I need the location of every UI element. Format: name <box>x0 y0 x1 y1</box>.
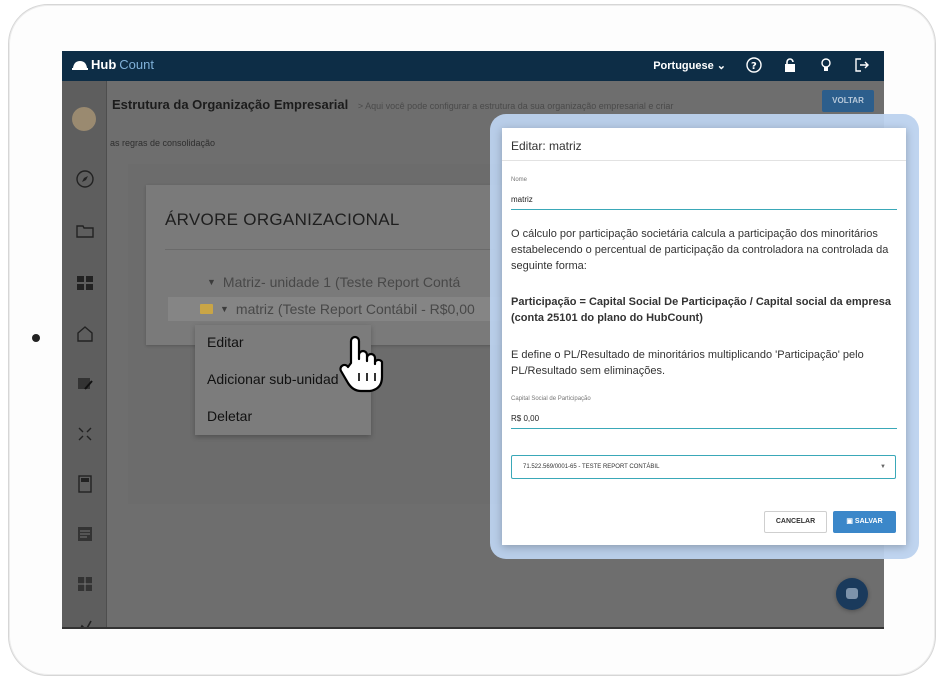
dashboard-icon[interactable] <box>75 273 95 293</box>
logo-count-text: Count <box>119 57 154 72</box>
edit-document-icon[interactable] <box>75 374 95 394</box>
modal-title: Editar: matriz <box>502 128 906 161</box>
hubcount-logo[interactable]: Hub Count <box>72 57 154 72</box>
language-selector[interactable]: Portuguese ⌄ <box>653 59 726 72</box>
description-text: O cálculo por participação societária ca… <box>511 228 889 272</box>
name-label: Nome <box>511 177 528 183</box>
hand-pointer-icon <box>339 335 384 393</box>
name-field[interactable]: matriz <box>511 195 533 204</box>
back-button[interactable]: VOLTAR <box>822 90 874 112</box>
logo-hat-icon <box>72 60 88 70</box>
page-subtitle: as regras de consolidação <box>110 138 216 148</box>
save-button-label: SALVAR <box>854 518 883 525</box>
home-icon[interactable] <box>75 324 95 344</box>
chevron-down-icon: ▼ <box>880 464 886 470</box>
divider <box>165 249 495 250</box>
tree-item-label: matriz (Teste Report Contábil - R$0,00 <box>235 301 475 317</box>
calculator-icon[interactable] <box>75 474 95 494</box>
collapse-arrows-icon[interactable] <box>75 424 95 444</box>
page-header: Estrutura da Organização Empresarial > A… <box>112 97 673 112</box>
description-text-2: E define o PL/Resultado de minoritários … <box>511 349 864 377</box>
spreadsheet-icon[interactable] <box>75 574 95 594</box>
avatar[interactable] <box>72 107 96 131</box>
help-icon[interactable]: ? <box>746 57 762 73</box>
caret-down-icon[interactable]: ▼ <box>207 277 216 287</box>
page-title: Estrutura da Organização Empresarial <box>112 97 349 112</box>
logo-hub-text: Hub <box>91 57 117 72</box>
caret-down-icon[interactable]: ▼ <box>220 304 229 314</box>
org-tree-card: ÁRVORE ORGANIZACIONAL <box>146 185 506 345</box>
chevron-down-icon: ⌄ <box>716 59 726 72</box>
lightbulb-icon[interactable] <box>818 57 834 73</box>
capital-label: Capital Social de Participação <box>511 396 591 402</box>
svg-text:?: ? <box>751 61 757 72</box>
logout-icon[interactable] <box>854 57 870 73</box>
tree-item-selected[interactable]: ▼ matriz (Teste Report Contábil - R$0,00 <box>168 297 503 321</box>
chat-button[interactable] <box>836 578 868 610</box>
tree-item-label: Matriz- unidade 1 (Teste Report Contá <box>222 274 461 290</box>
chart-icon[interactable] <box>75 617 95 629</box>
breadcrumb-text: Aqui você pode configurar a estrutura da… <box>365 101 674 111</box>
cancel-button[interactable]: CANCELAR <box>764 511 827 533</box>
top-bar-actions: Portuguese ⌄ ? <box>653 57 870 73</box>
formula-text: Participação = Capital Social De Partici… <box>511 296 891 324</box>
breadcrumb: > Aqui você pode configurar a estrutura … <box>357 101 674 111</box>
folder-icon <box>200 304 213 314</box>
menu-item-add-subunit[interactable]: Adicionar sub-unidad <box>207 371 339 387</box>
save-button[interactable]: ▣ SALVAR <box>833 511 896 533</box>
org-tree-title: ÁRVORE ORGANIZACIONAL <box>165 210 400 229</box>
menu-item-delete[interactable]: Deletar <box>207 408 252 424</box>
edit-modal: Editar: matriz Nome matriz O cálculo por… <box>502 128 906 545</box>
company-select[interactable]: 71.522.569/0001-65 - TESTE REPORT CONTÁB… <box>511 455 896 479</box>
lock-icon[interactable] <box>782 57 798 73</box>
sidebar <box>62 81 107 629</box>
capital-field-underline <box>511 428 897 429</box>
chat-icon <box>846 588 858 599</box>
compass-icon[interactable] <box>75 169 95 189</box>
tree-item[interactable]: ▼ Matriz- unidade 1 (Teste Report Contá <box>200 274 460 290</box>
name-field-underline <box>511 209 897 210</box>
folder-icon[interactable] <box>75 221 95 241</box>
save-icon: ▣ <box>846 518 853 525</box>
report-icon[interactable] <box>75 524 95 544</box>
tablet-home-dot <box>32 334 40 342</box>
capital-field[interactable]: R$ 0,00 <box>511 414 539 423</box>
language-label: Portuguese <box>653 59 714 72</box>
company-select-value: 71.522.569/0001-65 - TESTE REPORT CONTÁB… <box>523 464 660 470</box>
top-bar: Hub Count Portuguese ⌄ ? <box>62 51 884 81</box>
menu-item-edit[interactable]: Editar <box>207 334 244 350</box>
